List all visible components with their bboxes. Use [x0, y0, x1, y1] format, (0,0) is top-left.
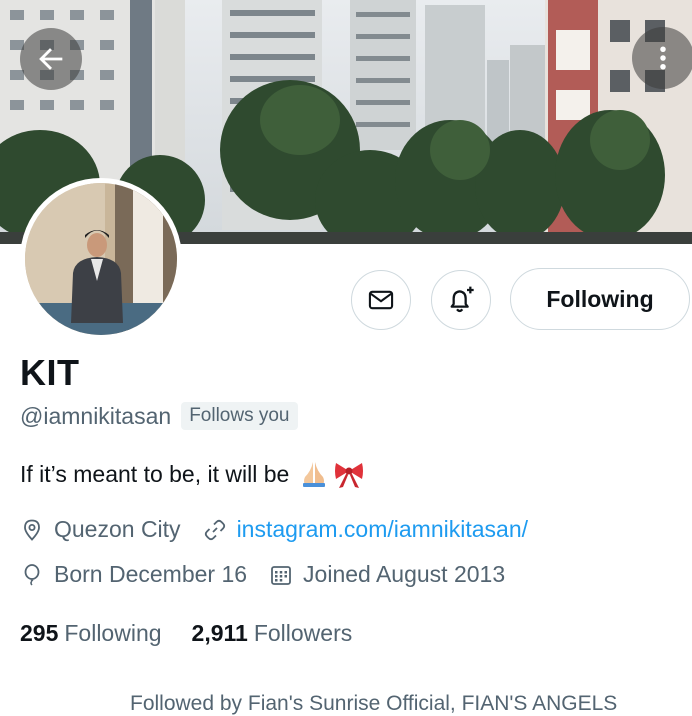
bio: If it’s meant to be, it will be	[20, 459, 365, 489]
followers-count: 2,911	[191, 620, 248, 646]
balloon-icon	[24, 563, 40, 586]
link-icon	[204, 519, 225, 540]
notifications-button[interactable]	[431, 270, 491, 330]
birthday-item: Born December 16	[20, 561, 247, 588]
birthday-text: Born December 16	[54, 561, 248, 587]
follows-you-badge: Follows you	[181, 402, 298, 430]
display-name: KIT	[20, 352, 80, 393]
location-item: Quezon City	[20, 516, 181, 543]
arrow-left-icon	[39, 48, 63, 70]
following-stat[interactable]: 295 Following	[20, 620, 162, 647]
calendar-icon	[271, 565, 291, 585]
profile-meta-row-1: Quezon City instagram.com/iamnikitasan/	[20, 516, 550, 543]
website-item[interactable]: instagram.com/iamnikitasan/	[203, 516, 528, 543]
more-options-button[interactable]	[632, 27, 692, 89]
followed-by-text[interactable]: Followed by Fian's Sunrise Official, FIA…	[130, 692, 660, 716]
joined-item: Joined August 2013	[269, 561, 505, 588]
website-link[interactable]: instagram.com/iamnikitasan/	[237, 516, 528, 543]
username-handle: @iamnikitasan	[20, 402, 172, 429]
follow-stats: 295 Following 2,911 Followers	[20, 620, 382, 647]
handle-row: @iamnikitasan Follows you	[20, 402, 298, 430]
following-button[interactable]: Following	[510, 268, 690, 330]
followers-label: Followers	[253, 620, 353, 646]
ribbon-icon	[335, 463, 364, 488]
bell-plus-icon	[450, 286, 474, 313]
following-label: Following	[64, 620, 162, 646]
more-vertical-icon	[660, 46, 666, 70]
location-text: Quezon City	[54, 516, 181, 542]
avatar[interactable]	[20, 178, 182, 340]
message-button[interactable]	[351, 270, 411, 330]
location-pin-icon	[24, 519, 40, 541]
followers-stat[interactable]: 2,911 Followers	[192, 620, 353, 647]
back-button[interactable]	[20, 28, 82, 90]
bio-text: If it’s meant to be, it will be	[20, 460, 290, 487]
following-count: 295	[20, 620, 59, 646]
joined-text: Joined August 2013	[303, 561, 506, 587]
folded-hands-icon	[303, 462, 326, 487]
envelope-icon	[368, 290, 394, 310]
profile-meta-row-2: Born December 16 Joined August 2013	[20, 561, 527, 588]
